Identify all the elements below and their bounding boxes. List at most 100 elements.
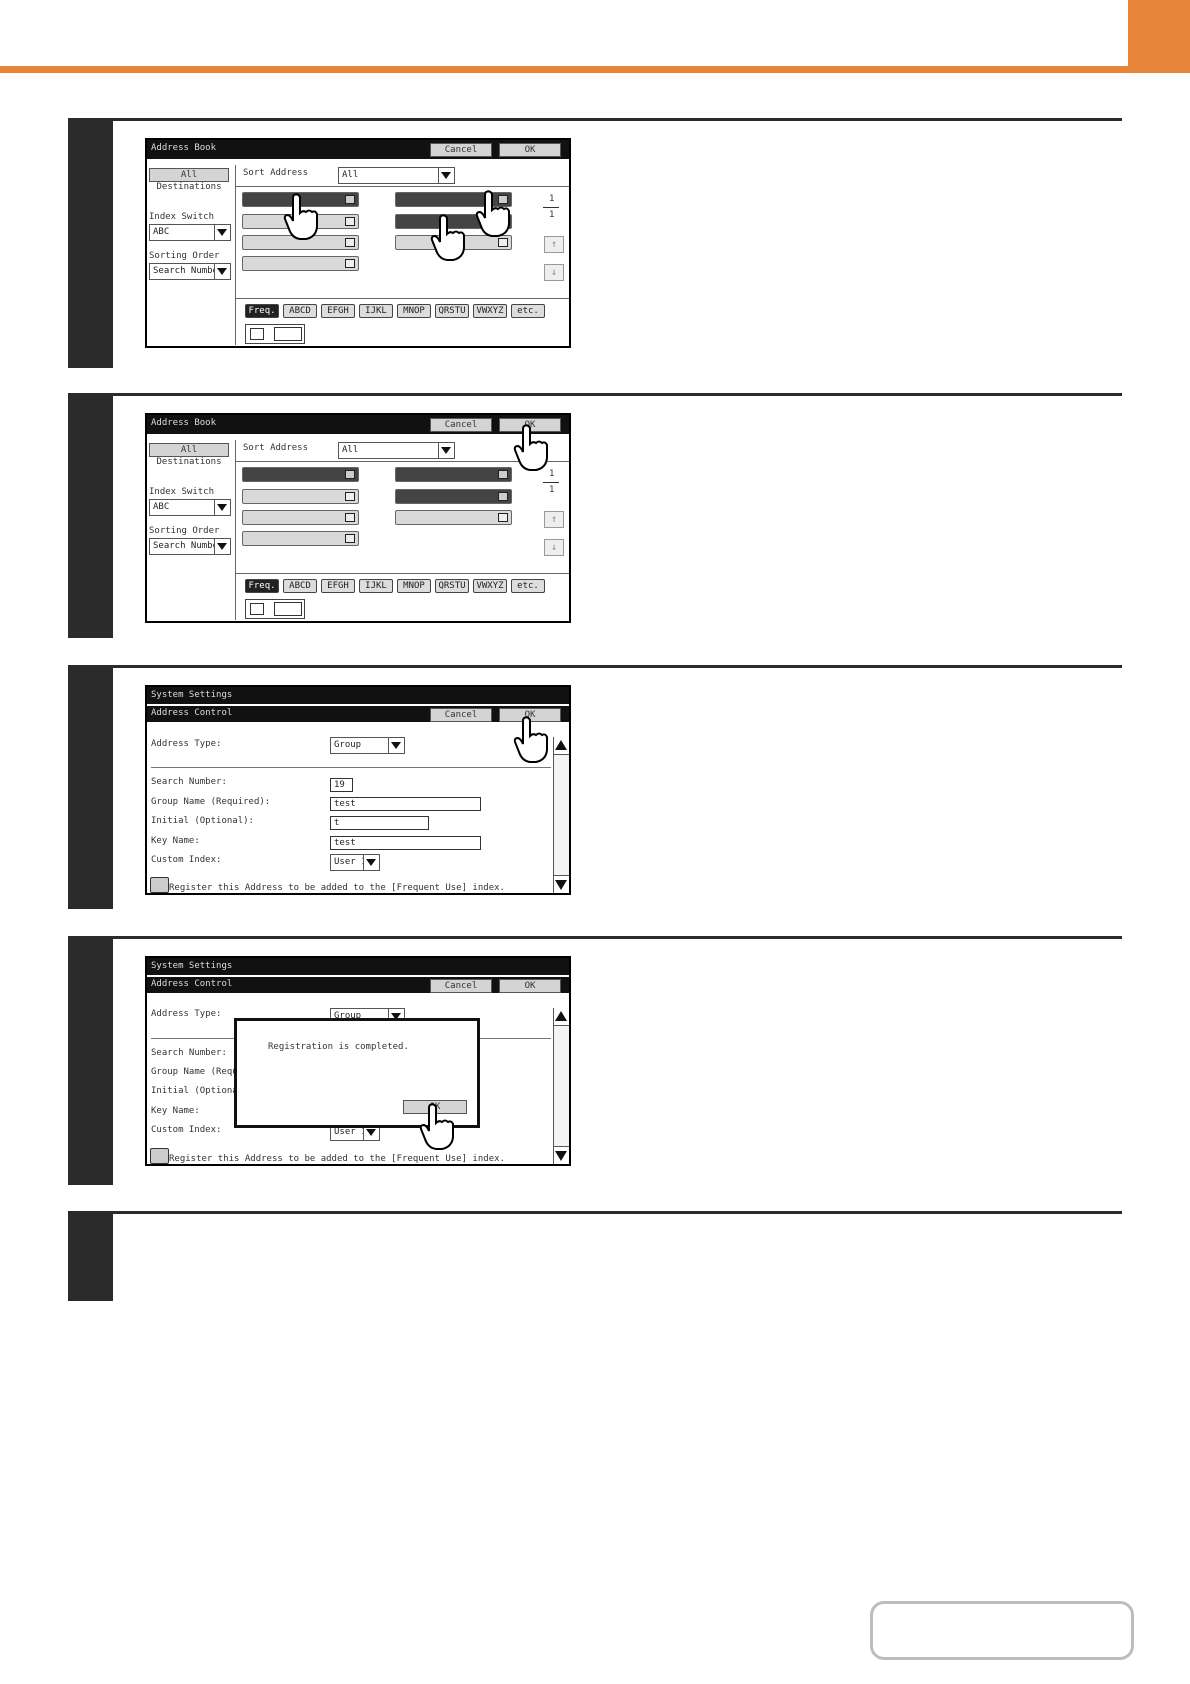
key-name-label: Key Name: [151, 836, 200, 846]
title-bar: Address Control Cancel OK [147, 706, 569, 722]
frequent-use-checkbox[interactable] [150, 877, 169, 893]
scroll-down-arrow-icon[interactable] [555, 880, 567, 890]
divider [236, 298, 569, 299]
pointing-hand-icon [475, 190, 510, 237]
scroll-up-arrow-icon[interactable] [555, 1011, 567, 1021]
tab-vwxyz[interactable]: VWXYZ [473, 304, 507, 318]
step-number-bar [68, 936, 113, 1185]
divider [151, 767, 551, 768]
all-destinations-button[interactable]: All Destinations [149, 443, 229, 467]
tab-etc[interactable]: etc. [511, 304, 545, 318]
tab-ijkl[interactable]: IJKL [359, 579, 393, 593]
sorting-order-select[interactable]: Search Number [149, 263, 231, 280]
cancel-button[interactable]: Cancel [430, 143, 492, 157]
sorting-order-label: Sorting Order [149, 251, 220, 261]
tab-efgh[interactable]: EFGH [321, 304, 355, 318]
step-number-bar [68, 1211, 113, 1301]
address-type-select[interactable]: Group [330, 737, 405, 754]
address-key[interactable] [395, 467, 512, 482]
address-control-screen: System Settings Address Control Cancel O… [145, 685, 571, 895]
email-icon [345, 195, 355, 204]
address-key[interactable] [242, 531, 359, 546]
keypad-icon [250, 603, 264, 615]
step-number-bar [68, 665, 113, 909]
scrollbar[interactable] [553, 737, 569, 893]
system-title: System Settings [151, 690, 233, 700]
system-title-bar: System Settings [147, 687, 569, 704]
divider [235, 165, 236, 345]
system-title-bar: System Settings [147, 958, 569, 975]
initial-field[interactable]: t [330, 816, 429, 830]
tab-mnop[interactable]: MNOP [397, 304, 431, 318]
tab-etc[interactable]: etc. [511, 579, 545, 593]
tab-efgh[interactable]: EFGH [321, 579, 355, 593]
page-up-button[interactable]: ↑ [544, 236, 564, 253]
cancel-button[interactable]: Cancel [430, 418, 492, 432]
key-name-field[interactable]: test [330, 836, 481, 850]
index-switch-select[interactable]: ABC [149, 224, 231, 241]
sort-address-select[interactable]: All [338, 442, 455, 459]
page-up-button[interactable]: ↑ [544, 511, 564, 528]
keypad-icon-box[interactable] [245, 599, 305, 619]
chevron-down-icon [214, 539, 230, 554]
tab-qrstu[interactable]: QRSTU [435, 304, 469, 318]
ok-button[interactable]: OK [499, 979, 561, 993]
page-header-band [0, 0, 1190, 73]
sort-address-select[interactable]: All [338, 167, 455, 184]
fax-icon [498, 513, 508, 522]
tab-abcd[interactable]: ABCD [283, 579, 317, 593]
cancel-button[interactable]: Cancel [430, 708, 492, 722]
index-switch-label: Index Switch [149, 212, 215, 222]
tab-qrstu[interactable]: QRSTU [435, 579, 469, 593]
pointing-hand-icon [513, 716, 548, 763]
page-divider [543, 207, 559, 208]
all-destinations-button[interactable]: All Destinations [149, 168, 229, 192]
ok-button[interactable]: OK [499, 143, 561, 157]
address-key[interactable] [242, 256, 359, 271]
scroll-down-arrow-icon[interactable] [555, 1151, 567, 1161]
email-icon [345, 238, 355, 247]
system-title: System Settings [151, 961, 233, 971]
custom-index-label: Custom Index: [151, 1125, 222, 1135]
page-down-button[interactable]: ↓ [544, 264, 564, 281]
address-key[interactable] [242, 467, 359, 482]
title-bar: Address Control Cancel OK [147, 977, 569, 993]
index-switch-select[interactable]: ABC [149, 499, 231, 516]
screen-title: Address Control [151, 979, 233, 989]
step-rule [113, 393, 1122, 396]
tab-vwxyz[interactable]: VWXYZ [473, 579, 507, 593]
tab-freq[interactable]: Freq. [245, 579, 279, 593]
tab-freq[interactable]: Freq. [245, 304, 279, 318]
custom-index-select[interactable]: User 1 [330, 854, 380, 871]
step-rule [113, 936, 1122, 939]
scroll-up-arrow-icon[interactable] [555, 740, 567, 750]
tab-abcd[interactable]: ABCD [283, 304, 317, 318]
index-switch-label: Index Switch [149, 487, 215, 497]
tab-ijkl[interactable]: IJKL [359, 304, 393, 318]
divider [236, 186, 569, 187]
address-key[interactable] [242, 510, 359, 525]
page-total: 1 [549, 485, 555, 495]
title-bar: Address Book Cancel OK [147, 140, 569, 159]
page-down-button[interactable]: ↓ [544, 539, 564, 556]
frequent-use-checkbox[interactable] [150, 1148, 169, 1164]
header-rule [0, 66, 1190, 73]
tab-mnop[interactable]: MNOP [397, 579, 431, 593]
chevron-down-icon [214, 500, 230, 515]
sorting-order-select[interactable]: Search Number [149, 538, 231, 555]
step-number-bar [68, 393, 113, 638]
address-key[interactable] [242, 489, 359, 504]
keypad-icon-box[interactable] [245, 324, 305, 344]
cancel-button[interactable]: Cancel [430, 979, 492, 993]
contents-button[interactable] [870, 1601, 1134, 1660]
scrollbar[interactable] [553, 1008, 569, 1164]
address-key[interactable] [395, 510, 512, 525]
step-rule [113, 665, 1122, 668]
chevron-down-icon [214, 264, 230, 279]
email-icon [345, 534, 355, 543]
group-name-field[interactable]: test [330, 797, 481, 811]
chapter-tab [1128, 0, 1190, 72]
address-control-screen: System Settings Address Control Cancel O… [145, 956, 571, 1166]
address-key[interactable] [395, 489, 512, 504]
search-number-field[interactable]: 19 [330, 778, 353, 792]
